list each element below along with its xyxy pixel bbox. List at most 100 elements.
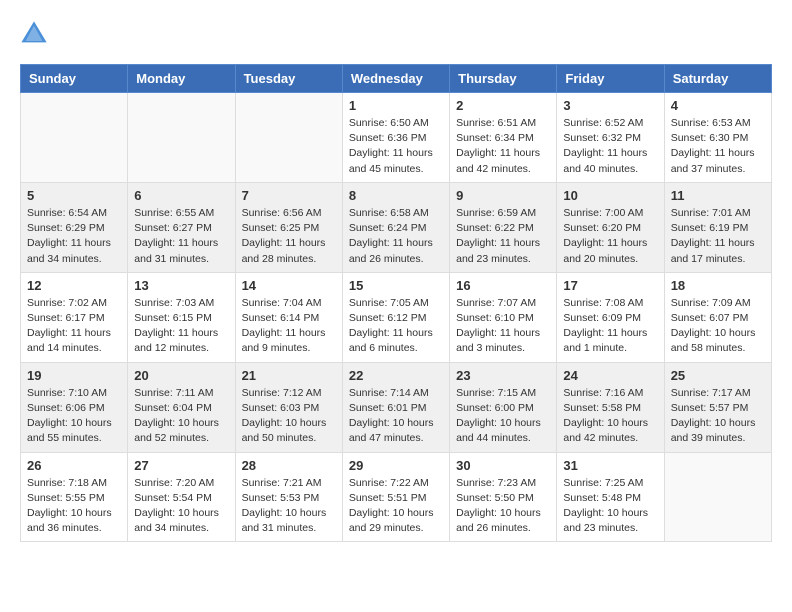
day-number: 4 [671, 98, 765, 113]
day-cell-6: 6 Sunrise: 6:55 AM Sunset: 6:27 PM Daylig… [128, 182, 235, 272]
day-cell-3: 3 Sunrise: 6:52 AM Sunset: 6:32 PM Daylig… [557, 93, 664, 183]
day-info: Sunrise: 7:22 AM Sunset: 5:51 PM Dayligh… [349, 476, 443, 537]
day-cell-9: 9 Sunrise: 6:59 AM Sunset: 6:22 PM Daylig… [450, 182, 557, 272]
weekday-header-saturday: Saturday [664, 65, 771, 93]
day-info: Sunrise: 7:11 AM Sunset: 6:04 PM Dayligh… [134, 386, 228, 447]
day-number: 20 [134, 368, 228, 383]
week-row-1: 1 Sunrise: 6:50 AM Sunset: 6:36 PM Daylig… [21, 93, 772, 183]
day-cell-28: 28 Sunrise: 7:21 AM Sunset: 5:53 PM Dayli… [235, 452, 342, 542]
week-row-2: 5 Sunrise: 6:54 AM Sunset: 6:29 PM Daylig… [21, 182, 772, 272]
day-cell-26: 26 Sunrise: 7:18 AM Sunset: 5:55 PM Dayli… [21, 452, 128, 542]
day-info: Sunrise: 7:15 AM Sunset: 6:00 PM Dayligh… [456, 386, 550, 447]
day-cell-30: 30Sunrise: 7:23 AM Sunset: 5:50 PM Dayli… [450, 452, 557, 542]
empty-cell [21, 93, 128, 183]
day-info: Sunrise: 6:50 AM Sunset: 6:36 PM Dayligh… [349, 116, 443, 177]
day-info: Sunrise: 7:18 AM Sunset: 5:55 PM Dayligh… [27, 476, 121, 537]
day-cell-19: 19 Sunrise: 7:10 AM Sunset: 6:06 PM Dayli… [21, 362, 128, 452]
day-info: Sunrise: 6:54 AM Sunset: 6:29 PM Dayligh… [27, 206, 121, 267]
calendar: SundayMondayTuesdayWednesdayThursdayFrid… [20, 64, 772, 542]
day-cell-31: 31 Sunrise: 7:25 AM Sunset: 5:48 PM Dayli… [557, 452, 664, 542]
day-cell-23: 23 Sunrise: 7:15 AM Sunset: 6:00 PM Dayli… [450, 362, 557, 452]
day-info: Sunrise: 6:52 AM Sunset: 6:32 PM Dayligh… [563, 116, 657, 177]
day-cell-8: 8Sunrise: 6:58 AM Sunset: 6:24 PM Daylig… [342, 182, 449, 272]
week-row-5: 26 Sunrise: 7:18 AM Sunset: 5:55 PM Dayli… [21, 452, 772, 542]
day-cell-5: 5 Sunrise: 6:54 AM Sunset: 6:29 PM Daylig… [21, 182, 128, 272]
day-number: 31 [563, 458, 657, 473]
day-number: 13 [134, 278, 228, 293]
day-info: Sunrise: 7:12 AM Sunset: 6:03 PM Dayligh… [242, 386, 336, 447]
day-cell-10: 10 Sunrise: 7:00 AM Sunset: 6:20 PM Dayli… [557, 182, 664, 272]
day-info: Sunrise: 7:05 AM Sunset: 6:12 PM Dayligh… [349, 296, 443, 357]
day-cell-22: 22 Sunrise: 7:14 AM Sunset: 6:01 PM Dayli… [342, 362, 449, 452]
weekday-header-tuesday: Tuesday [235, 65, 342, 93]
day-info: Sunrise: 7:21 AM Sunset: 5:53 PM Dayligh… [242, 476, 336, 537]
day-info: Sunrise: 6:53 AM Sunset: 6:30 PM Dayligh… [671, 116, 765, 177]
weekday-header-wednesday: Wednesday [342, 65, 449, 93]
day-number: 14 [242, 278, 336, 293]
day-info: Sunrise: 7:17 AM Sunset: 5:57 PM Dayligh… [671, 386, 765, 447]
day-number: 22 [349, 368, 443, 383]
day-cell-2: 2Sunrise: 6:51 AM Sunset: 6:34 PM Daylig… [450, 93, 557, 183]
weekday-header-friday: Friday [557, 65, 664, 93]
day-number: 23 [456, 368, 550, 383]
empty-cell [128, 93, 235, 183]
day-info: Sunrise: 6:55 AM Sunset: 6:27 PM Dayligh… [134, 206, 228, 267]
day-info: Sunrise: 7:20 AM Sunset: 5:54 PM Dayligh… [134, 476, 228, 537]
day-number: 21 [242, 368, 336, 383]
day-info: Sunrise: 7:07 AM Sunset: 6:10 PM Dayligh… [456, 296, 550, 357]
day-number: 6 [134, 188, 228, 203]
day-info: Sunrise: 7:25 AM Sunset: 5:48 PM Dayligh… [563, 476, 657, 537]
day-info: Sunrise: 7:02 AM Sunset: 6:17 PM Dayligh… [27, 296, 121, 357]
day-number: 12 [27, 278, 121, 293]
day-cell-11: 11 Sunrise: 7:01 AM Sunset: 6:19 PM Dayli… [664, 182, 771, 272]
week-row-3: 12 Sunrise: 7:02 AM Sunset: 6:17 PM Dayli… [21, 272, 772, 362]
day-number: 2 [456, 98, 550, 113]
day-info: Sunrise: 7:14 AM Sunset: 6:01 PM Dayligh… [349, 386, 443, 447]
day-cell-4: 4 Sunrise: 6:53 AM Sunset: 6:30 PM Daylig… [664, 93, 771, 183]
day-cell-17: 17 Sunrise: 7:08 AM Sunset: 6:09 PM Dayli… [557, 272, 664, 362]
day-number: 27 [134, 458, 228, 473]
day-cell-24: 24Sunrise: 7:16 AM Sunset: 5:58 PM Dayli… [557, 362, 664, 452]
day-info: Sunrise: 6:59 AM Sunset: 6:22 PM Dayligh… [456, 206, 550, 267]
weekday-header-sunday: Sunday [21, 65, 128, 93]
day-number: 1 [349, 98, 443, 113]
day-info: Sunrise: 7:10 AM Sunset: 6:06 PM Dayligh… [27, 386, 121, 447]
day-cell-7: 7Sunrise: 6:56 AM Sunset: 6:25 PM Daylig… [235, 182, 342, 272]
weekday-header-thursday: Thursday [450, 65, 557, 93]
day-number: 9 [456, 188, 550, 203]
day-cell-16: 16 Sunrise: 7:07 AM Sunset: 6:10 PM Dayli… [450, 272, 557, 362]
day-cell-18: 18Sunrise: 7:09 AM Sunset: 6:07 PM Dayli… [664, 272, 771, 362]
day-number: 25 [671, 368, 765, 383]
day-number: 11 [671, 188, 765, 203]
page-header [20, 20, 772, 48]
day-number: 8 [349, 188, 443, 203]
day-number: 19 [27, 368, 121, 383]
day-number: 17 [563, 278, 657, 293]
day-number: 26 [27, 458, 121, 473]
day-info: Sunrise: 7:23 AM Sunset: 5:50 PM Dayligh… [456, 476, 550, 537]
empty-cell [235, 93, 342, 183]
week-row-4: 19 Sunrise: 7:10 AM Sunset: 6:06 PM Dayli… [21, 362, 772, 452]
day-number: 5 [27, 188, 121, 203]
day-cell-15: 15Sunrise: 7:05 AM Sunset: 6:12 PM Dayli… [342, 272, 449, 362]
empty-cell [664, 452, 771, 542]
day-info: Sunrise: 7:08 AM Sunset: 6:09 PM Dayligh… [563, 296, 657, 357]
day-cell-12: 12 Sunrise: 7:02 AM Sunset: 6:17 PM Dayli… [21, 272, 128, 362]
weekday-header-monday: Monday [128, 65, 235, 93]
day-info: Sunrise: 6:56 AM Sunset: 6:25 PM Dayligh… [242, 206, 336, 267]
day-number: 3 [563, 98, 657, 113]
day-cell-21: 21 Sunrise: 7:12 AM Sunset: 6:03 PM Dayli… [235, 362, 342, 452]
day-cell-13: 13 Sunrise: 7:03 AM Sunset: 6:15 PM Dayli… [128, 272, 235, 362]
day-number: 24 [563, 368, 657, 383]
day-info: Sunrise: 7:01 AM Sunset: 6:19 PM Dayligh… [671, 206, 765, 267]
day-cell-27: 27 Sunrise: 7:20 AM Sunset: 5:54 PM Dayli… [128, 452, 235, 542]
day-number: 28 [242, 458, 336, 473]
day-info: Sunrise: 7:03 AM Sunset: 6:15 PM Dayligh… [134, 296, 228, 357]
day-number: 10 [563, 188, 657, 203]
day-info: Sunrise: 7:04 AM Sunset: 6:14 PM Dayligh… [242, 296, 336, 357]
weekday-header-row: SundayMondayTuesdayWednesdayThursdayFrid… [21, 65, 772, 93]
day-number: 16 [456, 278, 550, 293]
day-info: Sunrise: 7:00 AM Sunset: 6:20 PM Dayligh… [563, 206, 657, 267]
logo [20, 20, 52, 48]
day-cell-14: 14 Sunrise: 7:04 AM Sunset: 6:14 PM Dayli… [235, 272, 342, 362]
